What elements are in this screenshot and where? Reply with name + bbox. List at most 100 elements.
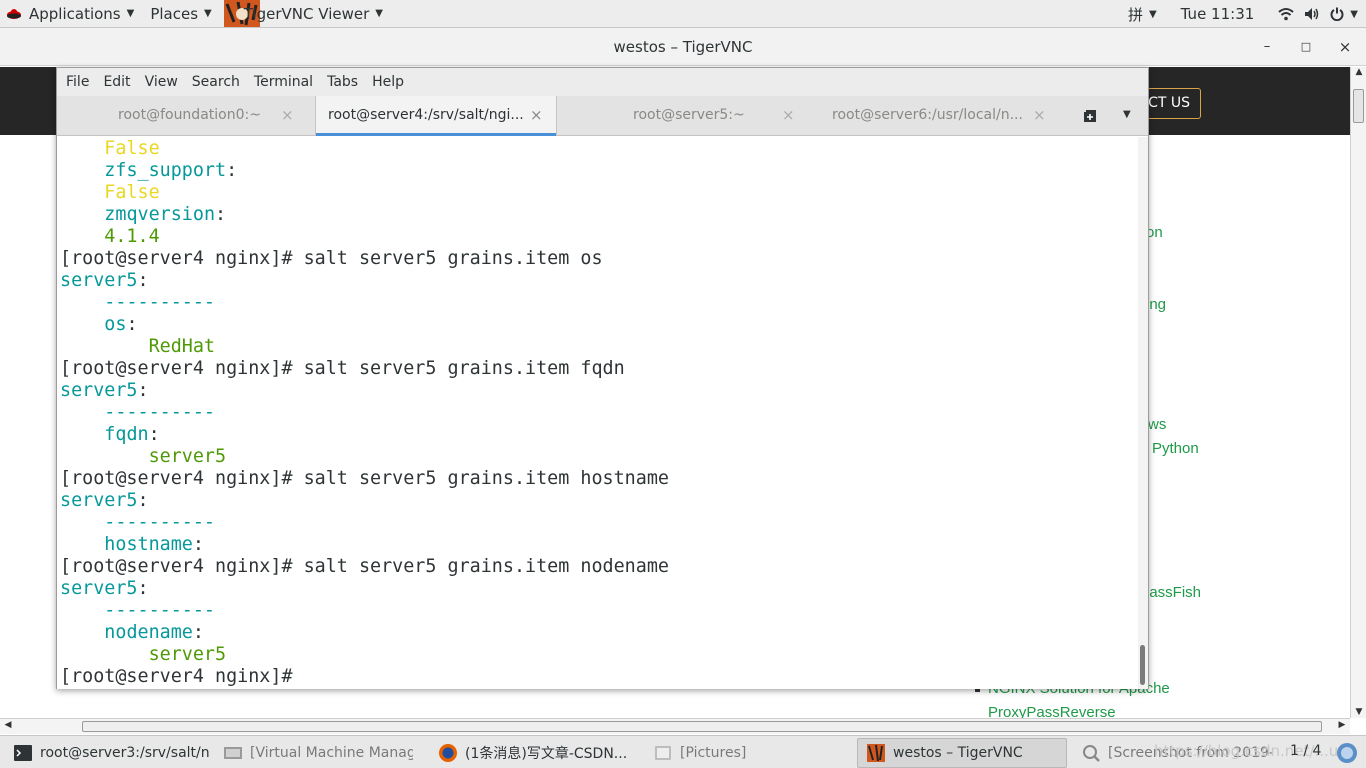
clock[interactable]: Tue 11:31 <box>1165 0 1271 28</box>
background-link[interactable]: lassFish <box>1146 584 1201 601</box>
menu-tabs[interactable]: Tabs <box>320 68 365 96</box>
scroll-down-arrow-icon[interactable]: ▼ <box>1351 707 1366 717</box>
terminal-line: ---------- <box>60 512 216 533</box>
menu-search[interactable]: Search <box>185 68 247 96</box>
terminal-key: fqdn <box>104 424 149 445</box>
new-tab-icon[interactable] <box>1083 109 1097 123</box>
chevron-down-icon: ▼ <box>1350 8 1358 20</box>
task-virt-manager[interactable]: [Virtual Machine Manager] <box>214 738 414 768</box>
terminal-icon <box>14 745 32 761</box>
applications-label: Applications <box>29 4 121 23</box>
scrollbar-thumb[interactable] <box>1140 645 1145 685</box>
task-label: (1条消息)写文章-CSDN... <box>465 746 628 762</box>
tab-close-icon[interactable]: × <box>1033 106 1046 124</box>
terminal-line: [root@server4 nginx]# salt server5 grain… <box>60 468 669 489</box>
terminal-window[interactable]: File Edit View Search Terminal Tabs Help… <box>56 67 1149 689</box>
background-link[interactable]: ing <box>1146 296 1166 313</box>
scrollbar-thumb[interactable] <box>82 721 1322 732</box>
screenshot-icon <box>1083 745 1100 762</box>
firefox-icon <box>439 744 457 762</box>
terminal-colon: : <box>192 534 204 555</box>
window-list: root@server3:/srv/salt/n... [Virtual Mac… <box>0 735 1366 768</box>
terminal-line: os: <box>60 314 138 336</box>
menu-help[interactable]: Help <box>365 68 411 96</box>
terminal-line: server5 <box>60 644 227 665</box>
task-tigervnc[interactable]: westos – TigerVNC <box>857 738 1067 768</box>
scroll-left-arrow-icon[interactable]: ◀ <box>0 720 16 730</box>
terminal-line: server5: <box>60 270 149 292</box>
task-terminal-server3[interactable]: root@server3:/srv/salt/n... <box>4 738 210 768</box>
terminal-colon: : <box>215 204 227 225</box>
tab-close-icon[interactable]: × <box>281 106 294 124</box>
power-icon <box>1330 7 1344 21</box>
vertical-scrollbar[interactable]: ▲ ▼ <box>1350 67 1366 718</box>
terminal-key: nodename <box>104 622 193 643</box>
horizontal-scrollbar[interactable]: ◀ ▶ <box>0 718 1350 734</box>
terminal-line: 4.1.4 <box>60 226 160 247</box>
places-label: Places <box>150 4 199 23</box>
terminal-key: zfs_support <box>104 160 227 181</box>
terminal-colon: : <box>137 380 149 401</box>
top-bar: Applications ▼ Places ▼ TigerVNC Viewer ▼ 拼… <box>0 0 1366 28</box>
scroll-up-arrow-icon[interactable]: ▲ <box>1351 67 1366 77</box>
background-link[interactable]: ProxyPassReverse <box>988 704 1116 719</box>
menu-file[interactable]: File <box>59 68 96 96</box>
system-menu[interactable]: ▼ <box>1270 0 1366 28</box>
chevron-down-icon: ▼ <box>204 8 212 19</box>
clock-label: Tue 11:31 <box>1180 5 1255 23</box>
menu-view[interactable]: View <box>138 68 185 96</box>
terminal-indent <box>60 314 104 335</box>
menu-terminal[interactable]: Terminal <box>247 68 320 96</box>
tab-foundation0[interactable]: root@foundation0:~ × <box>57 96 315 136</box>
app-menu[interactable]: TigerVNC Viewer ▼ <box>220 0 391 28</box>
terminal-indent <box>60 204 104 225</box>
terminal-line: ---------- <box>60 402 216 423</box>
background-link[interactable]: ws <box>1148 416 1166 433</box>
minimize-button[interactable]: – <box>1255 28 1279 66</box>
tab-label: root@server6:/usr/local/n... <box>832 107 1023 123</box>
terminal-indent <box>60 622 104 643</box>
redhat-logo-icon <box>7 8 21 19</box>
terminal-key: os <box>104 314 127 335</box>
chevron-down-icon: ▼ <box>126 8 135 19</box>
scroll-right-arrow-icon[interactable]: ▶ <box>1334 720 1350 730</box>
tab-server6[interactable]: root@server6:/usr/local/n... × <box>807 96 1057 136</box>
terminal-colon: : <box>126 314 138 335</box>
terminal-tabbar: root@foundation0:~ × root@server4:/srv/s… <box>57 96 1148 136</box>
tab-close-icon[interactable]: × <box>530 106 543 124</box>
workspace-indicator[interactable]: 1 / 4 <box>1290 743 1321 759</box>
terminal-line: zmqversion: <box>60 204 226 226</box>
virt-manager-icon <box>224 747 242 759</box>
tab-close-icon[interactable]: × <box>782 106 795 124</box>
terminal-key: hostname <box>104 534 193 555</box>
close-button[interactable]: × <box>1333 28 1357 66</box>
tab-server5[interactable]: root@server5:~ × <box>557 96 807 136</box>
terminal-line: False <box>60 182 160 203</box>
places-menu[interactable]: Places ▼ <box>142 0 219 28</box>
scrollbar-thumb[interactable] <box>1353 89 1364 123</box>
task-firefox[interactable]: (1条消息)写文章-CSDN... <box>429 738 629 768</box>
terminal-indent <box>60 534 104 555</box>
applications-menu[interactable]: Applications ▼ <box>0 0 142 28</box>
tab-server4[interactable]: root@server4:/srv/salt/ngi... × <box>315 96 557 136</box>
terminal-colon: : <box>226 160 238 181</box>
task-label: [Pictures] <box>680 745 747 761</box>
input-method-indicator[interactable]: 拼 ▼ <box>1120 0 1165 28</box>
tab-list-chevron-icon[interactable]: ▼ <box>1123 109 1131 120</box>
tab-label: root@server4:/srv/salt/ngi... <box>328 107 524 123</box>
vnc-window-title: westos – TigerVNC <box>0 28 1366 66</box>
maximize-button[interactable]: □ <box>1294 28 1318 66</box>
workspace-switcher-icon[interactable] <box>1336 742 1358 764</box>
terminal-scrollbar[interactable] <box>1138 137 1148 689</box>
background-link[interactable]: Python <box>1152 440 1199 457</box>
task-pictures[interactable]: [Pictures] <box>644 738 844 768</box>
wifi-icon <box>1278 8 1294 21</box>
menu-edit[interactable]: Edit <box>96 68 137 96</box>
terminal-line: [root@server4 nginx]# salt server5 grain… <box>60 248 603 269</box>
tab-label: root@server5:~ <box>633 107 745 123</box>
chevron-down-icon: ▼ <box>375 8 383 19</box>
terminal-output[interactable]: False zfs_support: False zmqversion: 4.1… <box>57 137 1139 689</box>
task-label: [Virtual Machine Manager] <box>250 745 413 761</box>
terminal-indent <box>60 424 104 445</box>
terminal-line: server5: <box>60 578 149 600</box>
